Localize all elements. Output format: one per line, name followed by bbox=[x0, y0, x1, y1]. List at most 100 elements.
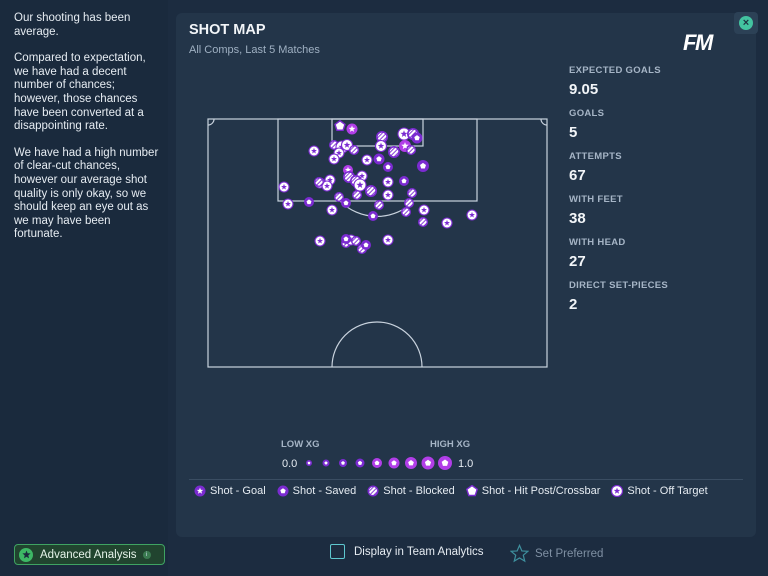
corner-arc bbox=[540, 118, 548, 126]
analysis-paragraph-3: We have had a high number of clear-cut c… bbox=[14, 146, 159, 241]
analysis-paragraph-2: Compared to expectation, we have had a d… bbox=[14, 52, 146, 133]
shot-map-panel: SHOT MAP All Comps, Last 5 Matches FM EX… bbox=[176, 13, 756, 537]
shot-marker-blocked bbox=[388, 146, 400, 158]
shot-marker-blocked bbox=[406, 145, 416, 155]
shot-marker-goal bbox=[346, 123, 358, 135]
set-preferred-button[interactable]: Set Preferred bbox=[510, 544, 603, 563]
analysis-sidebar: Our shooting has been average. Compared … bbox=[0, 0, 168, 576]
shot-marker-saved bbox=[417, 160, 429, 172]
shot-marker-post bbox=[334, 119, 346, 131]
stat-label: EXPECTED GOALS bbox=[569, 65, 661, 76]
legend-off-target: Shot - Off Target bbox=[611, 485, 708, 497]
xg-size-marker bbox=[438, 456, 452, 470]
advanced-analysis-button[interactable]: Advanced Analysis i bbox=[14, 544, 165, 565]
shot-marker-saved bbox=[373, 153, 385, 165]
legend-label: Shot - Goal bbox=[210, 485, 266, 497]
stat-value: 67 bbox=[569, 167, 586, 184]
stat-value: 5 bbox=[569, 124, 578, 141]
display-in-team-analytics-toggle[interactable]: Display in Team Analytics bbox=[330, 544, 484, 559]
centre-circle-arc bbox=[331, 321, 423, 368]
legend-post: Shot - Hit Post/Crossbar bbox=[465, 485, 601, 497]
legend-blocked: Shot - Blocked bbox=[367, 485, 455, 497]
shot-marker-saved bbox=[383, 162, 393, 172]
shot-marker-off bbox=[374, 139, 388, 153]
shot-marker-off bbox=[382, 234, 394, 246]
shot-marker-blocked bbox=[352, 190, 362, 200]
shot-marker-blocked bbox=[407, 188, 417, 198]
shot-marker-off bbox=[466, 209, 478, 221]
stat-label: ATTEMPTS bbox=[569, 151, 622, 162]
off-target-star-icon bbox=[611, 485, 624, 497]
shots-layer bbox=[278, 119, 478, 254]
stat-value: 38 bbox=[569, 210, 586, 227]
stat-with-feet: WITH FEET 38 bbox=[569, 194, 719, 227]
shot-marker-saved bbox=[411, 132, 423, 144]
stat-expected-goals: EXPECTED GOALS 9.05 bbox=[569, 65, 719, 98]
stat-label: GOALS bbox=[569, 108, 605, 119]
shot-marker-off bbox=[326, 204, 338, 216]
blocked-hatched-icon bbox=[367, 485, 379, 497]
shot-marker-blocked bbox=[404, 198, 414, 208]
shot-marker-blocked bbox=[401, 207, 411, 217]
checkbox[interactable] bbox=[330, 544, 345, 559]
shot-marker-saved bbox=[341, 234, 351, 244]
shot-marker-saved bbox=[304, 197, 314, 207]
stat-label: WITH HEAD bbox=[569, 237, 626, 248]
saved-pentagon-icon bbox=[277, 485, 289, 497]
shot-marker-off bbox=[441, 217, 453, 229]
shot-marker-blocked bbox=[349, 145, 359, 155]
stat-direct-set-pieces: DIRECT SET-PIECES 2 bbox=[569, 280, 719, 313]
shot-marker-off bbox=[328, 153, 340, 165]
analysis-paragraph-1: Our shooting has been average. bbox=[14, 12, 131, 38]
shot-marker-off bbox=[382, 189, 394, 201]
stat-label: WITH FEET bbox=[569, 194, 623, 205]
xg-size-marker bbox=[421, 456, 435, 470]
fm-logo: FM bbox=[683, 30, 713, 55]
star-outline-icon bbox=[510, 544, 529, 563]
low-xg-label: LOW XG bbox=[281, 439, 320, 450]
stats-list: EXPECTED GOALS 9.05 GOALS 5 ATTEMPTS 67 … bbox=[569, 65, 719, 323]
stat-goals: GOALS 5 bbox=[569, 108, 719, 141]
shot-marker-off bbox=[278, 181, 290, 193]
xg-size-marker bbox=[322, 459, 330, 467]
shot-marker-off bbox=[418, 204, 430, 216]
shot-marker-saved bbox=[399, 176, 409, 186]
stat-value: 9.05 bbox=[569, 81, 599, 98]
shot-marker-blocked bbox=[374, 200, 384, 210]
shot-marker-saved bbox=[341, 198, 351, 208]
xg-size-marker bbox=[405, 457, 417, 469]
shot-marker-blocked bbox=[351, 236, 361, 246]
xg-min-label: 0.0 bbox=[282, 458, 298, 470]
panel-subtitle: All Comps, Last 5 Matches bbox=[189, 44, 320, 56]
close-icon: × bbox=[739, 16, 753, 30]
pitch-map bbox=[207, 118, 548, 368]
advanced-analysis-label: Advanced Analysis bbox=[40, 548, 137, 561]
star-icon bbox=[19, 547, 33, 562]
shot-marker-off bbox=[353, 178, 367, 192]
stat-value: 27 bbox=[569, 253, 586, 270]
shot-marker-blocked bbox=[314, 177, 324, 187]
shot-marker-blocked bbox=[418, 217, 428, 227]
shot-marker-blocked bbox=[365, 185, 377, 197]
legend-label: Shot - Hit Post/Crossbar bbox=[481, 485, 601, 497]
shot-marker-off bbox=[314, 235, 326, 247]
xg-size-scale bbox=[306, 456, 452, 470]
shot-marker-saved bbox=[368, 211, 378, 221]
preferred-label: Set Preferred bbox=[535, 547, 604, 560]
goal-star-icon bbox=[194, 485, 206, 497]
legend-label: Shot - Blocked bbox=[383, 485, 455, 497]
shot-marker-off bbox=[382, 176, 394, 188]
stat-value: 2 bbox=[569, 296, 578, 313]
info-icon[interactable]: i bbox=[142, 550, 151, 559]
shot-marker-saved bbox=[361, 240, 371, 250]
close-button[interactable]: × bbox=[734, 12, 758, 34]
legend-goal: Shot - Goal bbox=[194, 485, 266, 497]
xg-scale: LOW XG HIGH XG 0.0 1.0 bbox=[281, 439, 481, 475]
post-pentagon-icon bbox=[465, 485, 478, 497]
xg-size-marker bbox=[372, 458, 382, 468]
shot-marker-off bbox=[282, 198, 294, 210]
xg-size-marker bbox=[388, 457, 400, 469]
high-xg-label: HIGH XG bbox=[430, 439, 471, 450]
stat-with-head: WITH HEAD 27 bbox=[569, 237, 719, 270]
shot-legend: Shot - Goal Shot - Saved Shot - Blocked … bbox=[194, 485, 719, 497]
